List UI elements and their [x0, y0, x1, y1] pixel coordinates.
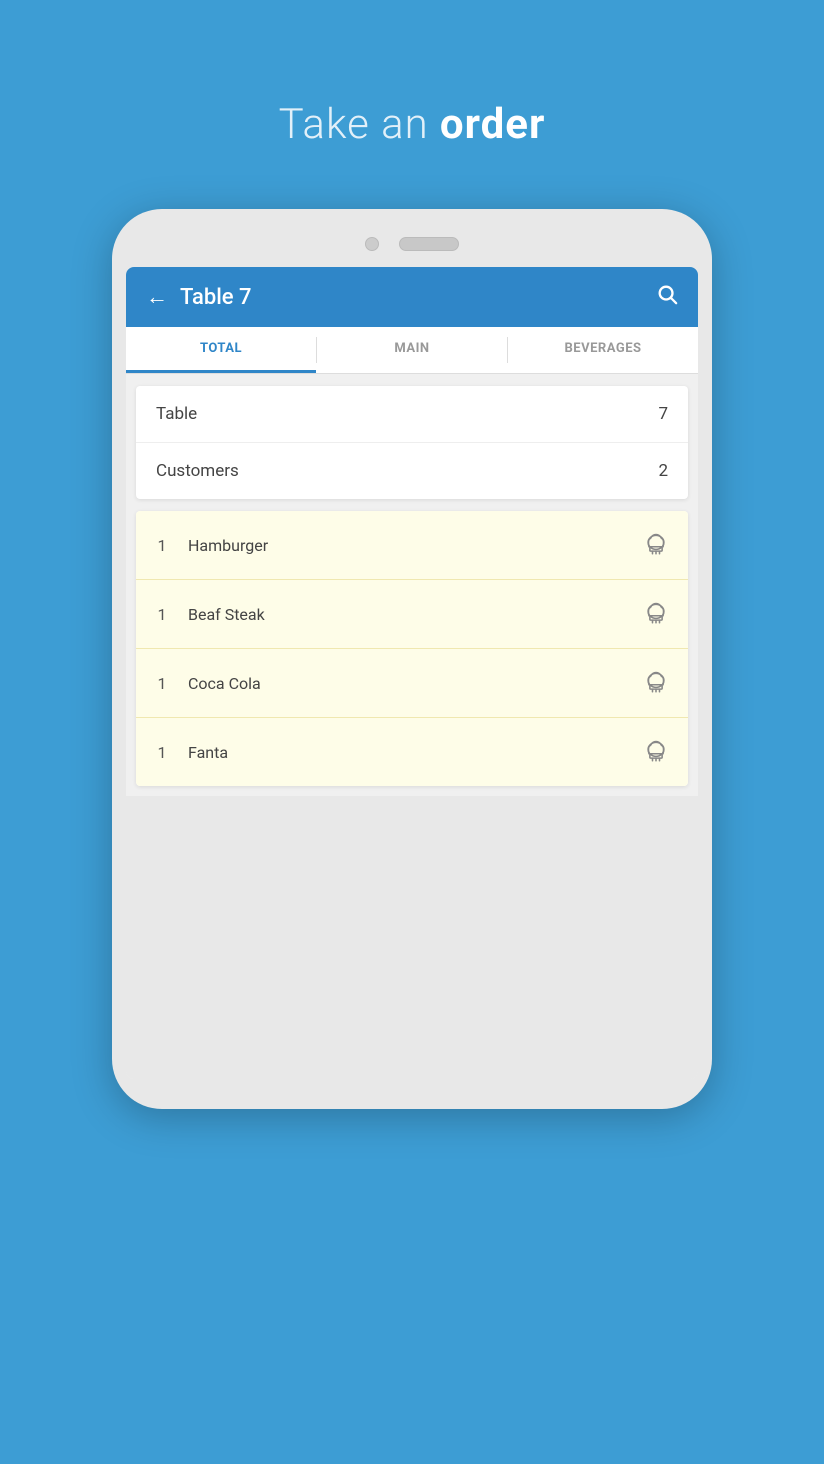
tabs-bar: TOTAL MAIN BEVERAGES [126, 327, 698, 374]
item-name-0: Hamburger [188, 536, 638, 555]
info-card: Table 7 Customers 2 [136, 386, 688, 499]
list-item[interactable]: 1 Hamburger [136, 511, 688, 580]
title-bold: order [440, 100, 545, 149]
search-button[interactable] [656, 283, 678, 311]
tab-main[interactable]: MAIN [317, 327, 507, 373]
tab-total[interactable]: TOTAL [126, 327, 316, 373]
table-value: 7 [658, 404, 668, 424]
phone-screen: ← Table 7 TOTAL MAIN BEVERAGES Table 7 [126, 267, 698, 1079]
item-name-2: Coca Cola [188, 674, 638, 693]
info-row-customers: Customers 2 [136, 443, 688, 499]
chef-hat-icon-3[interactable] [638, 734, 674, 770]
customers-label: Customers [156, 461, 239, 481]
item-name-1: Beaf Steak [188, 605, 638, 624]
customers-value: 2 [658, 461, 668, 481]
list-item[interactable]: 1 Fanta [136, 718, 688, 786]
list-item[interactable]: 1 Coca Cola [136, 649, 688, 718]
table-label: Table [156, 404, 197, 424]
item-qty-1: 1 [150, 605, 174, 624]
app-bar: ← Table 7 [126, 267, 698, 327]
item-qty-3: 1 [150, 743, 174, 762]
title-prefix: Take an [279, 100, 440, 149]
phone-top-bar [126, 227, 698, 267]
item-name-3: Fanta [188, 743, 638, 762]
order-list: 1 Hamburger 1 Beaf Steak [136, 511, 688, 786]
phone-camera [365, 237, 379, 251]
item-qty-2: 1 [150, 674, 174, 693]
info-row-table: Table 7 [136, 386, 688, 443]
phone-frame: ← Table 7 TOTAL MAIN BEVERAGES Table 7 [112, 209, 712, 1109]
back-button[interactable]: ← [146, 284, 168, 310]
tab-beverages[interactable]: BEVERAGES [508, 327, 698, 373]
list-item[interactable]: 1 Beaf Steak [136, 580, 688, 649]
chef-hat-icon-1[interactable] [638, 596, 674, 632]
app-bar-left: ← Table 7 [146, 284, 252, 310]
page-title: Take an order [279, 100, 546, 149]
app-bar-title: Table 7 [180, 285, 252, 310]
chef-hat-icon-0[interactable] [638, 527, 674, 563]
phone-speaker [399, 237, 459, 251]
screen-bottom-area [126, 796, 698, 1079]
item-qty-0: 1 [150, 536, 174, 555]
chef-hat-icon-2[interactable] [638, 665, 674, 701]
